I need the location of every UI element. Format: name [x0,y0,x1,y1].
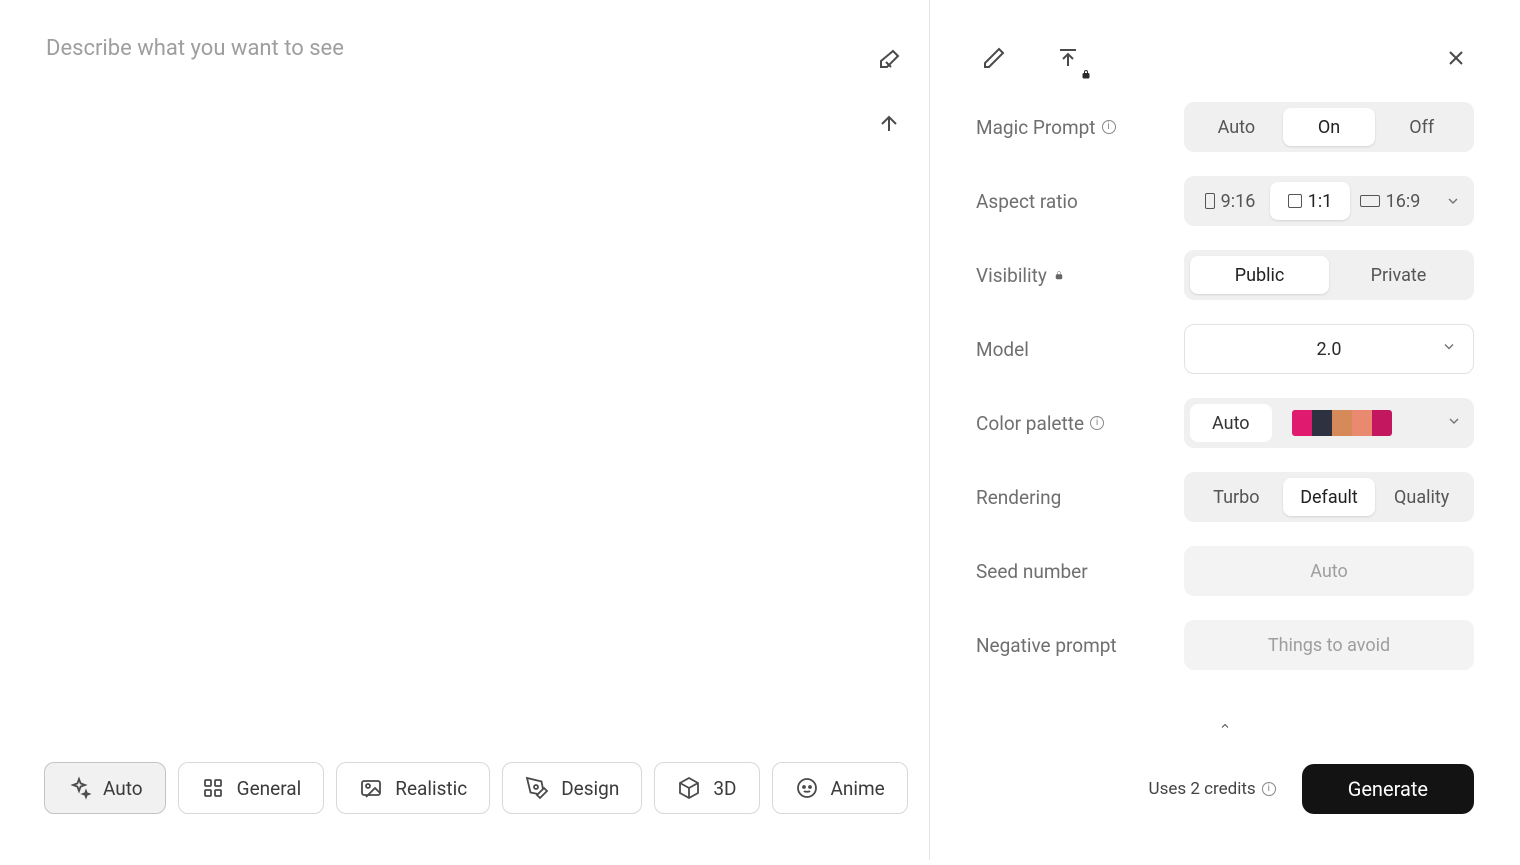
visibility-private[interactable]: Private [1329,256,1468,294]
row-model: Model 2.0 [976,324,1474,374]
row-rendering: Rendering Turbo Default Quality [976,472,1474,522]
style-chip-realistic[interactable]: Realistic [336,762,490,814]
row-visibility: Visibility Public Private [976,250,1474,300]
collapse-settings-icon[interactable] [1213,714,1237,738]
style-chip-row: Auto General Realistic Design 3D Anime [44,762,908,814]
style-chip-3d[interactable]: 3D [654,762,759,814]
prompt-panel: Auto General Realistic Design 3D Anime [0,0,930,860]
style-chip-label: Realistic [395,777,467,800]
row-aspect-ratio: Aspect ratio 9:16 1:1 16:9 [976,176,1474,226]
eraser-icon[interactable] [871,42,907,78]
swatch-2 [1332,410,1352,436]
face-icon [795,776,819,800]
aspect-11[interactable]: 1:1 [1270,182,1350,220]
swatch-0 [1292,410,1312,436]
aspect-169[interactable]: 16:9 [1350,182,1430,220]
aspect-916[interactable]: 9:16 [1190,182,1270,220]
rendering-quality[interactable]: Quality [1375,478,1468,516]
magic-prompt-off[interactable]: Off [1375,108,1468,146]
swatch-1 [1312,410,1332,436]
aspect-ratio-expand[interactable] [1444,192,1462,210]
style-chip-label: Auto [103,777,143,800]
prompt-input[interactable] [0,0,829,860]
portrait-icon [1205,193,1215,209]
photo-icon [359,776,383,800]
magic-prompt-label: Magic Prompt [976,116,1096,139]
color-palette-swatches[interactable] [1292,410,1392,436]
model-select[interactable]: 2.0 [1184,324,1474,374]
visibility-label: Visibility [976,264,1047,287]
landscape-icon [1360,195,1380,207]
style-chip-label: 3D [713,777,736,800]
rendering-segment: Turbo Default Quality [1184,472,1474,522]
upload-locked-icon[interactable] [1050,40,1086,76]
square-icon [1288,194,1302,208]
footer: Uses 2 credits i Generate [930,764,1520,860]
pen-tool-icon [525,776,549,800]
style-chip-anime[interactable]: Anime [772,762,908,814]
settings-panel: Magic Prompt i Auto On Off Aspect ratio 9… [930,0,1520,860]
color-palette-control: Auto [1184,398,1474,448]
generate-button[interactable]: Generate [1302,764,1474,814]
sparkles-icon [67,776,91,800]
aspect-ratio-label: Aspect ratio [976,190,1078,213]
magic-prompt-auto[interactable]: Auto [1190,108,1283,146]
rendering-turbo[interactable]: Turbo [1190,478,1283,516]
style-chip-label: General [237,777,302,800]
negative-prompt-input[interactable] [1184,620,1474,670]
style-chip-label: Anime [831,777,885,800]
negative-prompt-label: Negative prompt [976,634,1117,657]
swatch-4 [1372,410,1392,436]
swatch-3 [1352,410,1372,436]
close-icon[interactable] [1438,40,1474,76]
style-chip-design[interactable]: Design [502,762,642,814]
magic-prompt-segment: Auto On Off [1184,102,1474,152]
seed-label: Seed number [976,560,1088,583]
chevron-down-icon [1441,339,1457,360]
info-icon[interactable]: i [1102,120,1116,134]
row-color-palette: Color palette i Auto [976,398,1474,448]
row-seed: Seed number [976,546,1474,596]
lock-icon [1080,68,1092,80]
credits-text: Uses 2 credits [1149,779,1256,799]
visibility-segment: Public Private [1184,250,1474,300]
lock-icon [1053,269,1065,281]
color-palette-auto[interactable]: Auto [1190,404,1272,442]
rendering-label: Rendering [976,486,1061,509]
style-chip-label: Design [561,777,619,800]
style-chip-general[interactable]: General [178,762,325,814]
style-chip-auto[interactable]: Auto [44,762,166,814]
cube-icon [677,776,701,800]
color-palette-label: Color palette [976,412,1084,435]
edit-icon[interactable] [976,40,1012,76]
model-label: Model [976,338,1029,361]
visibility-public[interactable]: Public [1190,256,1329,294]
aspect-ratio-segment: 9:16 1:1 16:9 [1184,176,1474,226]
model-value: 2.0 [1317,339,1342,360]
row-negative-prompt: Negative prompt [976,620,1474,670]
rendering-default[interactable]: Default [1283,478,1376,516]
info-icon[interactable]: i [1262,782,1276,796]
grid-icon [201,776,225,800]
row-magic-prompt: Magic Prompt i Auto On Off [976,102,1474,152]
magic-prompt-on[interactable]: On [1283,108,1376,146]
color-palette-expand[interactable] [1446,413,1462,434]
info-icon[interactable]: i [1090,416,1104,430]
seed-input[interactable] [1184,546,1474,596]
arrow-up-icon[interactable] [871,106,907,142]
